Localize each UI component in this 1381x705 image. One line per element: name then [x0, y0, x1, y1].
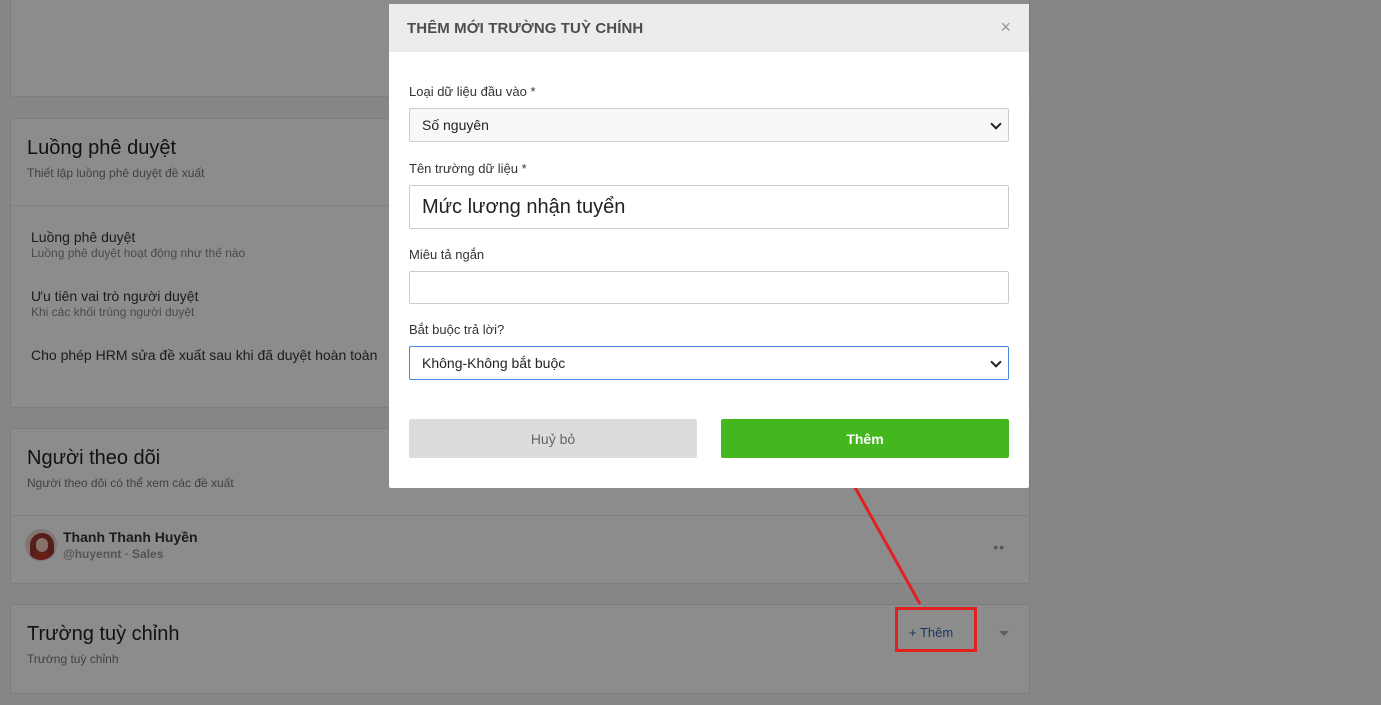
dialog-header: THÊM MỚI TRƯỜNG TUỲ CHÍNH ×	[389, 4, 1029, 52]
data-type-select[interactable]: Số nguyên	[409, 108, 1009, 142]
required-label: Bắt buộc trả lời?	[409, 322, 505, 337]
add-custom-field-dialog: THÊM MỚI TRƯỜNG TUỲ CHÍNH × Loại dữ liệu…	[389, 4, 1029, 488]
data-type-value: Số nguyên	[422, 117, 489, 133]
annotation-highlight-box	[895, 607, 977, 652]
field-name-label: Tên trường dữ liệu *	[409, 161, 527, 176]
data-type-label: Loại dữ liệu đầu vào *	[409, 84, 536, 99]
short-desc-input[interactable]	[409, 271, 1009, 304]
short-desc-label: Miêu tả ngắn	[409, 247, 485, 262]
chevron-down-icon	[990, 356, 1002, 368]
field-name-input[interactable]: Mức lương nhận tuyển	[409, 185, 1009, 229]
add-button[interactable]: Thêm	[721, 419, 1009, 458]
field-name-value: Mức lương nhận tuyển	[422, 195, 626, 218]
close-icon[interactable]: ×	[1000, 18, 1011, 36]
required-select[interactable]: Không-Không bắt buộc	[409, 346, 1009, 380]
required-value: Không-Không bắt buộc	[422, 355, 566, 371]
chevron-down-icon	[990, 118, 1002, 130]
cancel-button[interactable]: Huỷ bỏ	[409, 419, 697, 458]
dialog-title: THÊM MỚI TRƯỜNG TUỲ CHÍNH	[407, 19, 644, 37]
